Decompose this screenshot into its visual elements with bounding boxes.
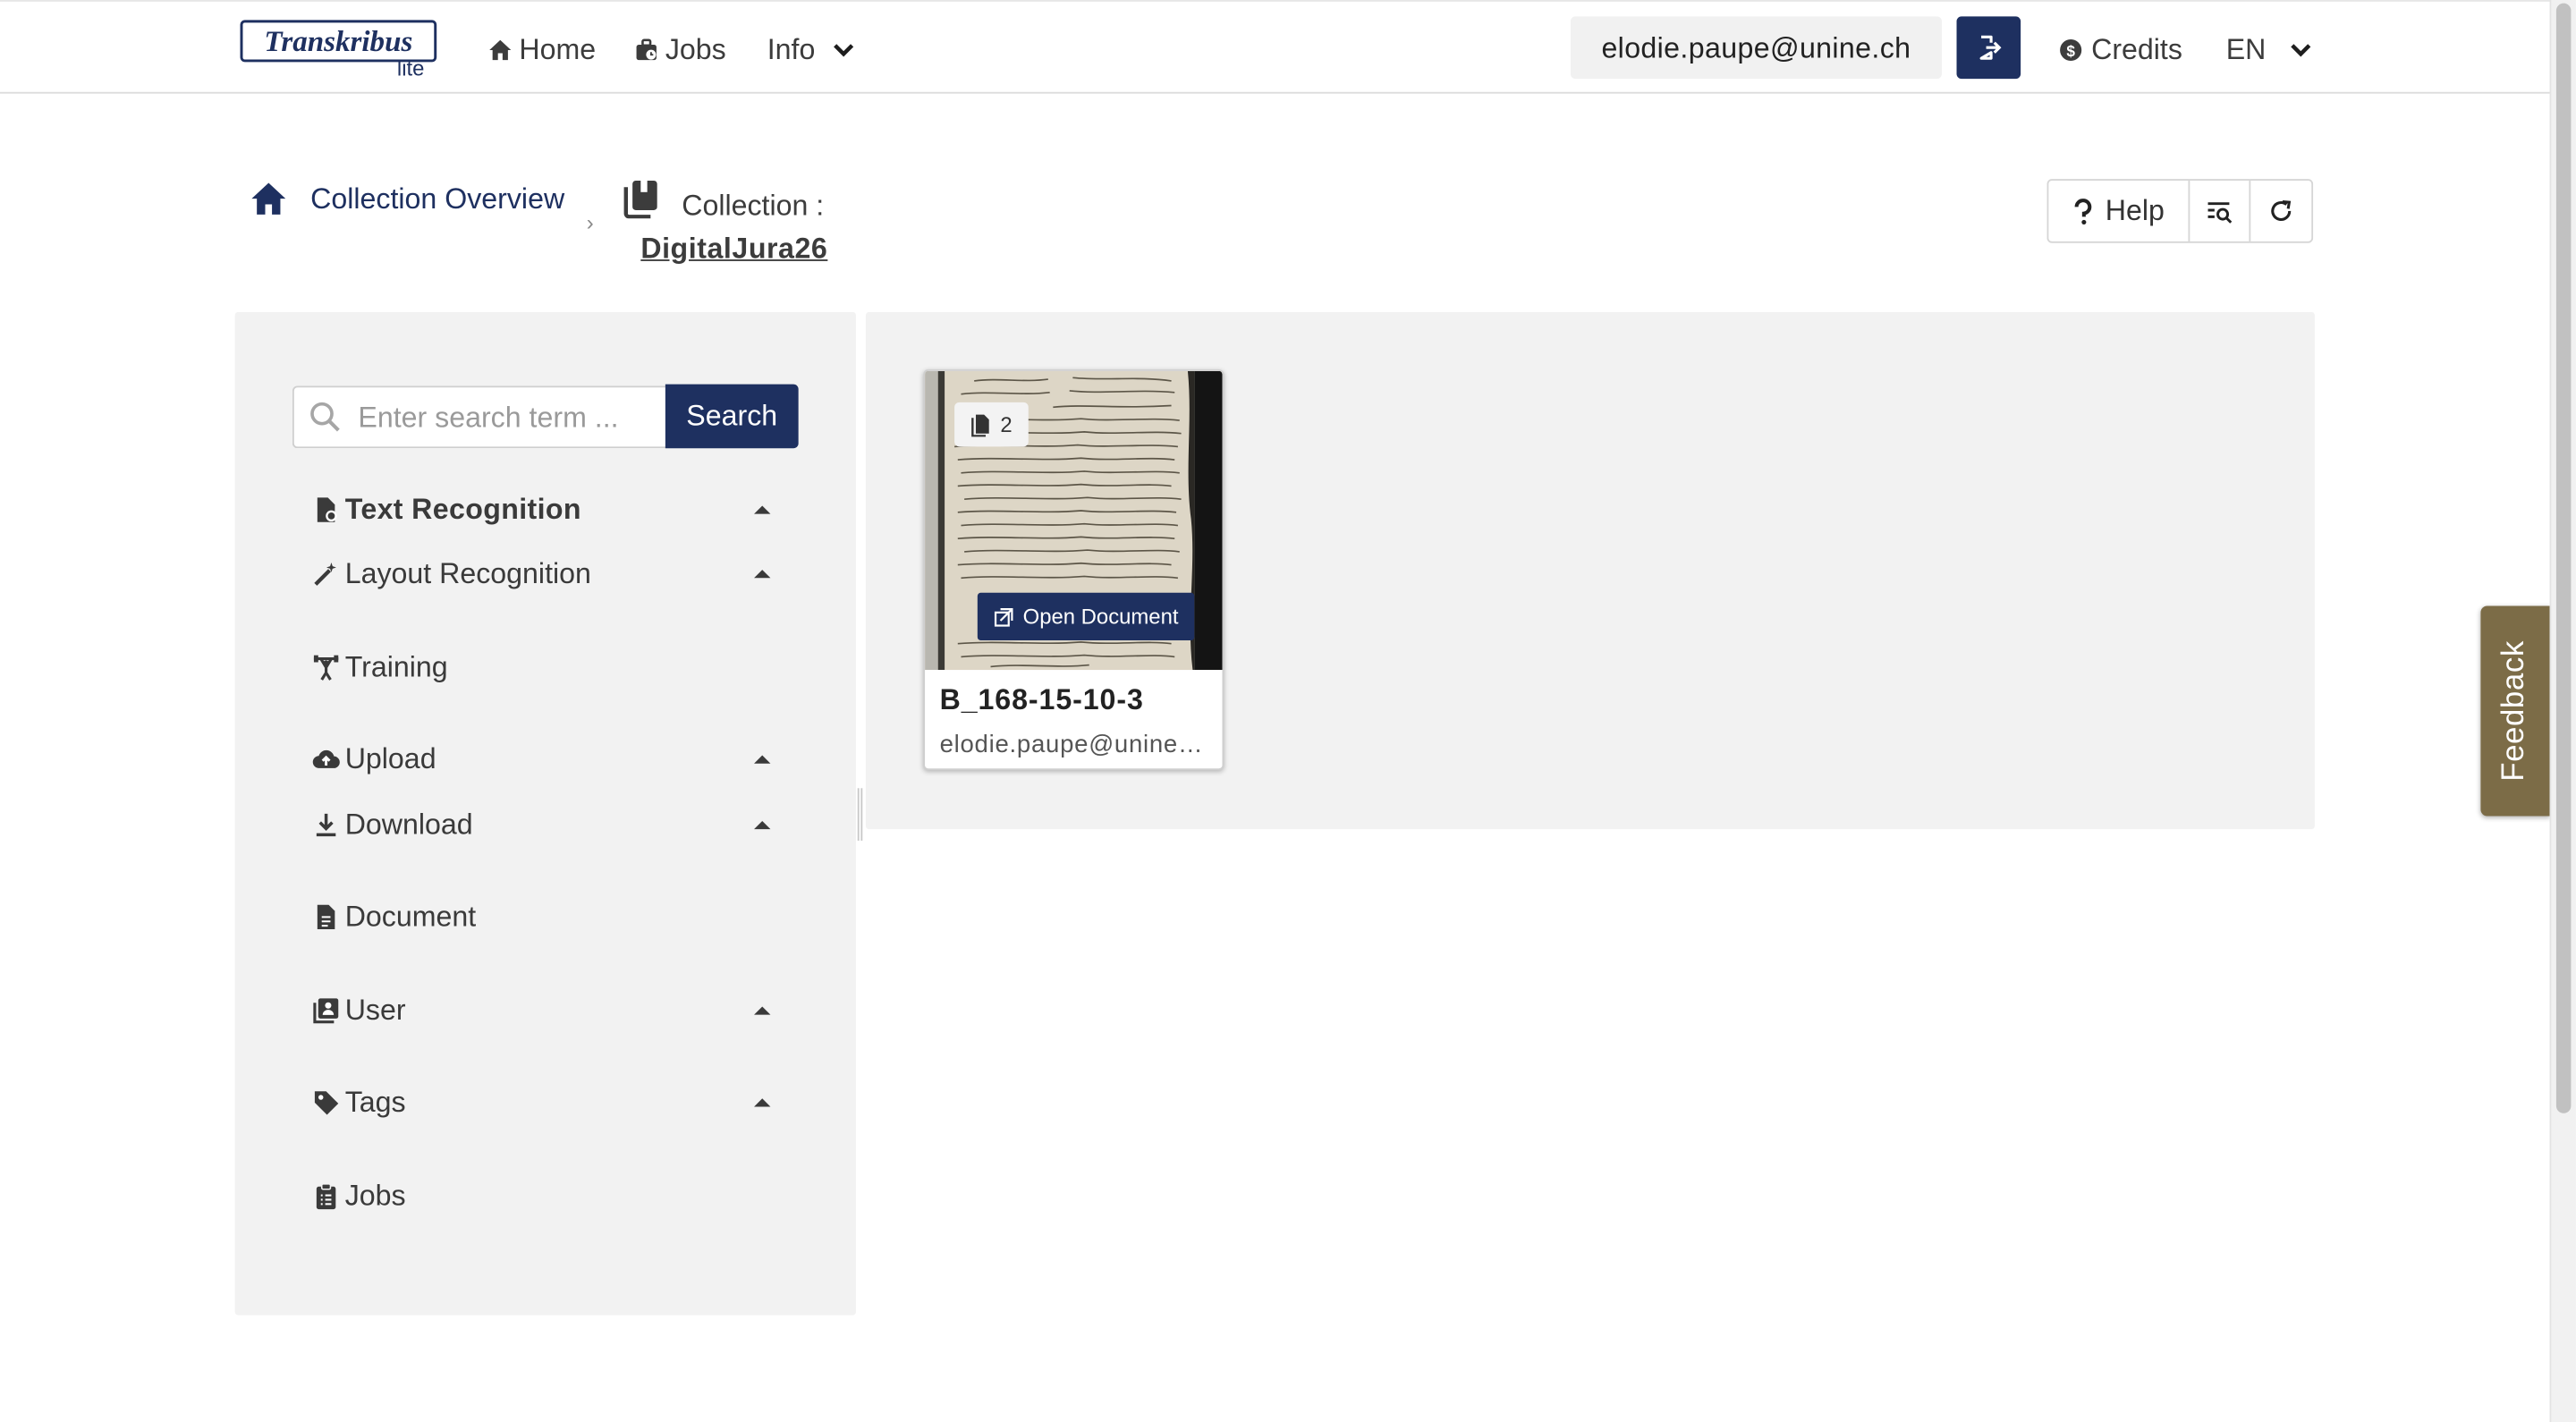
- sidebar-item-label: Document: [344, 900, 477, 933]
- page-count-badge: 2: [954, 402, 1029, 447]
- search-input[interactable]: [358, 400, 655, 435]
- sidebar-item-text-recognition[interactable]: Text Recognition: [312, 493, 772, 528]
- pages-icon: [970, 413, 989, 436]
- home-icon: [489, 38, 512, 60]
- nav-info-dropdown[interactable]: Info: [767, 31, 857, 67]
- nav-credits[interactable]: $ Credits: [2058, 31, 2182, 67]
- page-scrollbar[interactable]: [2549, 0, 2576, 1422]
- sidebar: Search Text Recognition Layout Recogniti…: [234, 311, 856, 1316]
- page-toolbar: Help: [2046, 179, 2314, 243]
- caret-up-icon: [754, 821, 771, 830]
- chevron-down-icon: [834, 43, 854, 56]
- weightlifter-icon: [313, 655, 339, 681]
- layout-wand-icon: [314, 563, 336, 586]
- open-external-icon: [994, 607, 1013, 626]
- document-thumbnail[interactable]: 2 Open Document: [925, 370, 1223, 671]
- caret-up-icon: [754, 755, 771, 764]
- file-recognition-icon: [317, 497, 337, 522]
- search-list-icon: [2207, 201, 2233, 223]
- refresh-button[interactable]: [2250, 181, 2311, 241]
- caret-up-icon: [754, 505, 771, 514]
- refresh-icon: [2271, 200, 2292, 221]
- sidebar-item-document[interactable]: Document: [312, 900, 772, 935]
- nav-home-label: Home: [519, 31, 597, 65]
- breadcrumb-separator: ›: [586, 210, 594, 235]
- sidebar-item-tags[interactable]: Tags: [312, 1086, 772, 1121]
- help-button[interactable]: Help: [2048, 180, 2190, 241]
- logout-icon: [1979, 35, 2001, 60]
- open-document-button[interactable]: Open Document: [977, 592, 1195, 641]
- language-label: EN: [2225, 31, 2267, 65]
- nav-jobs-label: Jobs: [665, 31, 726, 65]
- download-icon: [316, 813, 336, 837]
- breadcrumb-collection-overview[interactable]: Collection Overview: [250, 181, 564, 216]
- feedback-tab[interactable]: Feedback: [2480, 605, 2550, 817]
- tag-icon: [314, 1091, 339, 1115]
- transkribus-lite-logo[interactable]: Transkribus lite: [240, 20, 437, 79]
- sidebar-item-label: Jobs: [344, 1179, 406, 1212]
- page-count: 2: [1000, 411, 1013, 437]
- sidebar-item-upload[interactable]: Upload: [312, 742, 772, 777]
- search-documents-button[interactable]: [2190, 180, 2251, 241]
- sidebar-item-label: Download: [344, 808, 473, 842]
- sidebar-item-download[interactable]: Download: [312, 808, 772, 842]
- panel-resize-handle[interactable]: [857, 788, 863, 842]
- nav-home[interactable]: Home: [487, 31, 596, 67]
- home-icon: [251, 182, 286, 215]
- nav-credits-label: Credits: [2091, 31, 2182, 65]
- sidebar-item-jobs[interactable]: Jobs: [312, 1179, 772, 1214]
- logo-text: Transkribus: [264, 26, 412, 58]
- sidebar-item-training[interactable]: Training: [312, 650, 772, 685]
- search-field[interactable]: [292, 385, 667, 449]
- svg-text:$: $: [2066, 41, 2075, 59]
- cloud-upload-icon: [312, 749, 340, 768]
- breadcrumb-overview-label: Collection Overview: [310, 181, 565, 215]
- scrollbar-thumb[interactable]: [2555, 3, 2572, 1113]
- coin-icon: $: [2060, 38, 2082, 61]
- document-owner: elodie.paupe@unine.ch: [939, 731, 1208, 759]
- nav-jobs[interactable]: Jobs: [634, 31, 726, 67]
- user-book-icon: [313, 998, 339, 1024]
- sidebar-item-label: Tags: [344, 1085, 406, 1119]
- document-title[interactable]: B_168-15-10-3: [940, 683, 1144, 718]
- search-icon: [310, 402, 340, 432]
- sidebar-item-label: Training: [344, 650, 448, 683]
- chevron-down-icon: [2291, 43, 2311, 56]
- caret-up-icon: [754, 1098, 771, 1107]
- sidebar-item-user[interactable]: User: [312, 994, 772, 1028]
- question-icon: [2073, 198, 2091, 224]
- document-card[interactable]: 2 Open Document B_168-15-10-3 elodie.pau…: [923, 369, 1224, 771]
- feedback-label: Feedback: [2496, 640, 2532, 782]
- caret-up-icon: [754, 570, 771, 579]
- logout-button[interactable]: [1956, 16, 2021, 80]
- briefcase-icon: [636, 38, 657, 60]
- nav-info-label: Info: [767, 31, 816, 65]
- sidebar-item-label: User: [344, 993, 406, 1027]
- breadcrumb-collection-name[interactable]: DigitalJura26: [640, 232, 827, 267]
- top-navbar: Transkribus lite Home Jobs Info elodie.p…: [0, 0, 2550, 94]
- sidebar-item-layout-recognition[interactable]: Layout Recognition: [312, 556, 772, 591]
- open-document-label: Open Document: [1022, 604, 1179, 630]
- caret-up-icon: [754, 1006, 771, 1015]
- breadcrumb-collection-label: Collection :: [682, 189, 825, 222]
- user-email-badge[interactable]: elodie.paupe@unine.ch: [1570, 16, 1942, 80]
- help-label: Help: [2105, 193, 2165, 227]
- search-button[interactable]: Search: [665, 384, 799, 449]
- collection-icon: [623, 180, 657, 219]
- language-dropdown[interactable]: EN: [2226, 31, 2314, 67]
- document-grid: 2 Open Document B_168-15-10-3 elodie.pau…: [865, 311, 2315, 830]
- logo-subtext: lite: [397, 56, 425, 79]
- sidebar-item-label: Text Recognition: [344, 492, 581, 526]
- clipboard-list-icon: [316, 1183, 336, 1210]
- sidebar-item-label: Upload: [344, 741, 436, 775]
- file-text-icon: [317, 904, 335, 930]
- sidebar-item-label: Layout Recognition: [344, 556, 591, 590]
